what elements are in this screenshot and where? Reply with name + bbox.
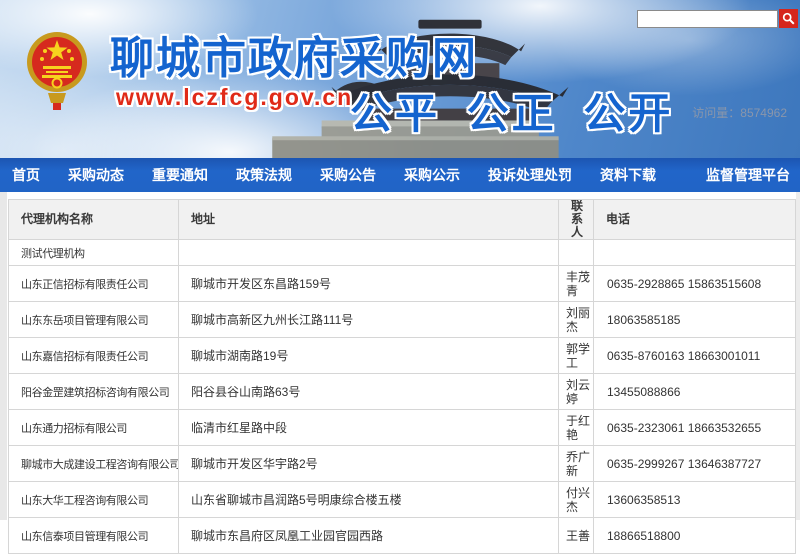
address-cell: 聊城市开发区华宇路2号 — [179, 446, 559, 482]
address-cell: 聊城市高新区九州长江路111号 — [179, 302, 559, 338]
phone-cell: 0635-2999267 13646387727 — [594, 446, 796, 482]
address-cell: 山东省聊城市昌润路5号明康综合楼五楼 — [179, 482, 559, 518]
visit-label: 访问量： — [692, 106, 740, 120]
right-margin-strip — [796, 192, 800, 520]
phone-cell: 18866518800 — [594, 518, 796, 554]
agency-name-cell: 测试代理机构 — [9, 240, 179, 266]
agency-name-cell: 山东嘉信招标有限责任公司 — [9, 338, 179, 374]
nav-item-procurement-news[interactable]: 采购动态 — [68, 165, 124, 185]
nav-item-complaint-handling[interactable]: 投诉处理处罚 — [488, 165, 572, 185]
national-emblem-icon — [26, 26, 88, 112]
nav-item-important-notices[interactable]: 重要通知 — [152, 165, 208, 185]
phone-cell — [594, 240, 796, 266]
site-url: www.lczfcg.gov.cn — [116, 84, 353, 111]
phone-cell: 0635-2323061 18663532655 — [594, 410, 796, 446]
nav-item-downloads[interactable]: 资料下载 — [600, 165, 656, 185]
agency-name-cell: 山东信泰项目管理有限公司 — [9, 518, 179, 554]
table-row: 山东东岳项目管理有限公司 聊城市高新区九州长江路111号 刘丽杰 1806358… — [9, 302, 796, 338]
table-row: 阳谷金罡建筑招标咨询有限公司 阳谷县谷山南路63号 刘云婷 1345508886… — [9, 374, 796, 410]
col-header-address: 地址 — [179, 200, 559, 240]
search-input[interactable] — [637, 10, 778, 28]
col-header-contact: 联系人 — [559, 200, 594, 240]
visit-counter: 访问量：8574962 — [692, 104, 787, 121]
col-header-phone: 电话 — [594, 200, 796, 240]
address-cell: 阳谷县谷山南路63号 — [179, 374, 559, 410]
magnifier-icon — [782, 12, 795, 25]
address-cell — [179, 240, 559, 266]
nav-item-supervision-platform[interactable]: 监督管理平台 — [706, 165, 790, 185]
nav-item-policies-regulations[interactable]: 政策法规 — [236, 165, 292, 185]
contact-cell: 刘云婷 — [559, 374, 594, 410]
agency-name-cell: 山东正信招标有限责任公司 — [9, 266, 179, 302]
nav-item-procurement-publicity[interactable]: 采购公示 — [404, 165, 460, 185]
contact-cell: 郭学工 — [559, 338, 594, 374]
table-row: 山东通力招标有限公司 临清市红星路中段 于红艳 0635-2323061 186… — [9, 410, 796, 446]
agency-name-cell: 聊城市大成建设工程咨询有限公司 — [9, 446, 179, 482]
agency-name-cell: 阳谷金罡建筑招标咨询有限公司 — [9, 374, 179, 410]
phone-cell: 0635-8760163 18663001011 — [594, 338, 796, 374]
nav-item-home[interactable]: 首页 — [12, 165, 40, 185]
table-row: 山东信泰项目管理有限公司 聊城市东昌府区凤凰工业园官园西路 王善 1886651… — [9, 518, 796, 554]
table-header-row: 代理机构名称 地址 联系人 电话 — [9, 200, 796, 240]
phone-cell: 13455088866 — [594, 374, 796, 410]
agency-name-cell: 山东东岳项目管理有限公司 — [9, 302, 179, 338]
agency-name-cell: 山东通力招标有限公司 — [9, 410, 179, 446]
table-row: 山东嘉信招标有限责任公司 聊城市湖南路19号 郭学工 0635-8760163 … — [9, 338, 796, 374]
phone-cell: 18063585185 — [594, 302, 796, 338]
address-cell: 聊城市开发区东昌路159号 — [179, 266, 559, 302]
site-banner: 聊城市政府采购网 www.lczfcg.gov.cn 公平 公正 公开 访问量：… — [0, 0, 800, 158]
address-cell: 聊城市湖南路19号 — [179, 338, 559, 374]
table-row: 聊城市大成建设工程咨询有限公司 聊城市开发区华宇路2号 乔广新 0635-299… — [9, 446, 796, 482]
contact-cell: 丰茂青 — [559, 266, 594, 302]
contact-cell: 王善 — [559, 518, 594, 554]
left-margin-strip — [0, 192, 7, 520]
table-row: 测试代理机构 — [9, 240, 796, 266]
contact-cell: 于红艳 — [559, 410, 594, 446]
contact-cell: 乔广新 — [559, 446, 594, 482]
address-cell: 临清市红星路中段 — [179, 410, 559, 446]
site-slogan: 公平 公正 公开 — [350, 80, 673, 141]
search-button[interactable] — [779, 9, 798, 28]
phone-cell: 0635-2928865 15863515608 — [594, 266, 796, 302]
col-header-agency-name: 代理机构名称 — [9, 200, 179, 240]
contact-cell — [559, 240, 594, 266]
site-title: 聊城市政府采购网 — [110, 22, 478, 86]
nav-item-procurement-announcements[interactable]: 采购公告 — [320, 165, 376, 185]
visit-count: 8574962 — [740, 106, 787, 120]
main-nav: 首页 采购动态 重要通知 政策法规 采购公告 采购公示 投诉处理处罚 资料下载 … — [0, 158, 800, 192]
search-box — [637, 9, 798, 28]
phone-cell: 13606358513 — [594, 482, 796, 518]
address-cell: 聊城市东昌府区凤凰工业园官园西路 — [179, 518, 559, 554]
contact-cell: 付兴杰 — [559, 482, 594, 518]
agency-name-cell: 山东大华工程咨询有限公司 — [9, 482, 179, 518]
table-row: 山东大华工程咨询有限公司 山东省聊城市昌润路5号明康综合楼五楼 付兴杰 1360… — [9, 482, 796, 518]
agency-table: 代理机构名称 地址 联系人 电话 测试代理机构 山东正信招标有限责任公司 聊城市… — [8, 199, 796, 554]
contact-cell: 刘丽杰 — [559, 302, 594, 338]
table-row: 山东正信招标有限责任公司 聊城市开发区东昌路159号 丰茂青 0635-2928… — [9, 266, 796, 302]
